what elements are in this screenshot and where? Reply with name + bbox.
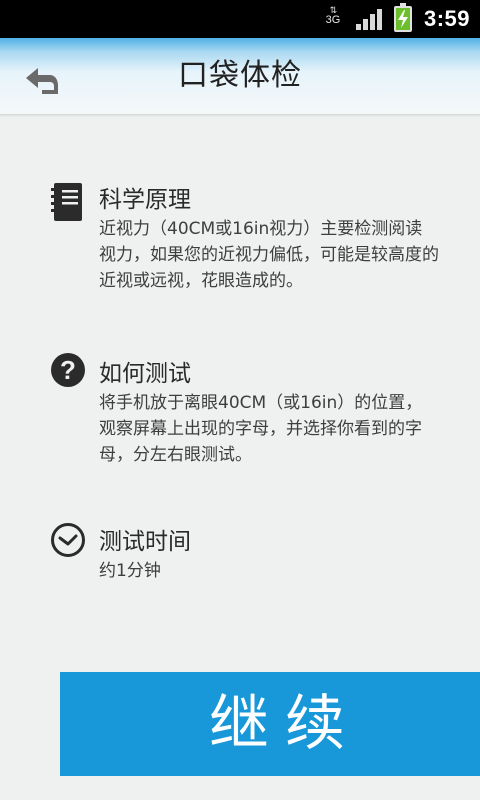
section-body: 将手机放于离眼40CM（或16in）的位置，观察屏幕上出现的字母，并选择你看到的… bbox=[99, 393, 423, 465]
clock-icon bbox=[51, 523, 85, 557]
section-body: 约1分钟 bbox=[99, 561, 161, 581]
notebook-icon bbox=[51, 183, 82, 221]
section-title: 测试时间 bbox=[99, 529, 191, 555]
page-title: 口袋体检 bbox=[178, 58, 302, 93]
section-title: 科学原理 bbox=[99, 187, 191, 213]
title-bar: 口袋体检 bbox=[0, 38, 480, 115]
back-arrow-icon bbox=[26, 68, 58, 94]
network-label: 3G bbox=[325, 14, 341, 26]
section-title: 如何测试 bbox=[99, 361, 191, 387]
section-science-principle: 科学原理 近视力（40CM或16in视力）主要检测阅读视力，如果您的近视力偏低，… bbox=[50, 180, 450, 300]
section-how-to-test: ? 如何测试 将手机放于离眼40CM（或16in）的位置，观察屏幕上出现的字母，… bbox=[50, 353, 450, 474]
svg-text:?: ? bbox=[60, 355, 76, 385]
section-test-time: 测试时间 约1分钟 bbox=[50, 522, 450, 592]
question-icon: ? bbox=[51, 353, 85, 387]
section-body: 近视力（40CM或16in视力）主要检测阅读视力，如果您的近视力偏低，可能是较高… bbox=[99, 219, 439, 291]
continue-button[interactable]: 继续 bbox=[60, 672, 480, 776]
back-button[interactable] bbox=[20, 58, 64, 102]
